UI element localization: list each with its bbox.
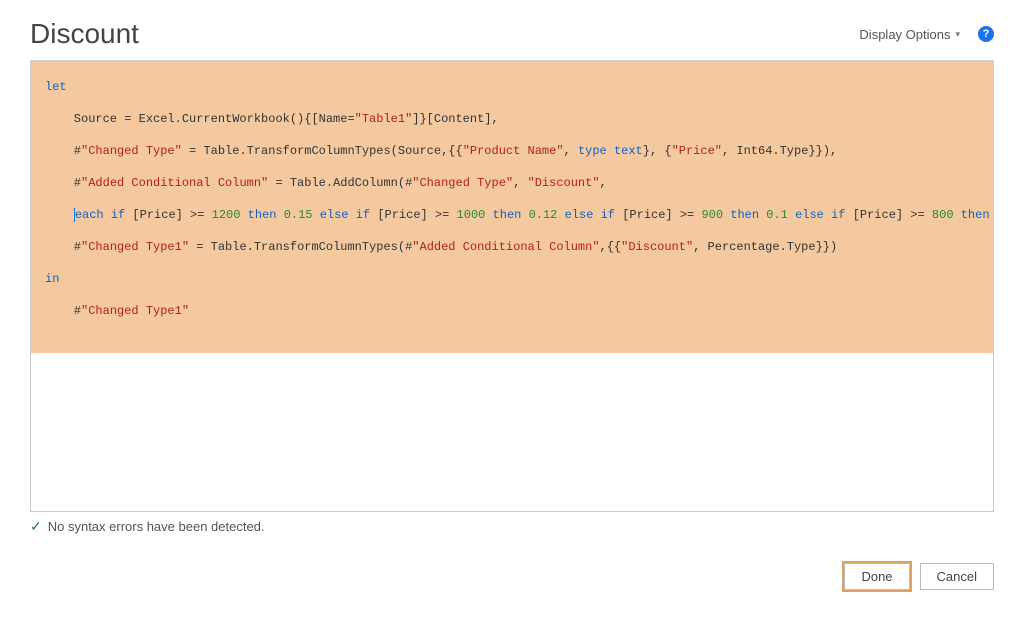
cancel-button[interactable]: Cancel [920, 563, 994, 590]
page-title: Discount [30, 18, 139, 50]
code-gutter [31, 61, 43, 353]
footer-buttons: Done Cancel [844, 563, 994, 590]
check-icon: ✓ [30, 518, 42, 535]
done-button[interactable]: Done [844, 563, 909, 590]
help-icon[interactable]: ? [978, 26, 994, 42]
status-text: No syntax errors have been detected. [48, 519, 265, 534]
header-actions: Display Options ▾ ? [859, 26, 994, 42]
chevron-down-icon: ▾ [955, 29, 960, 40]
status-bar: ✓ No syntax errors have been detected. [30, 518, 994, 535]
display-options-dropdown[interactable]: Display Options ▾ [859, 27, 960, 42]
display-options-label: Display Options [859, 27, 950, 42]
code-lines: let Source = Excel.CurrentWorkbook(){[Na… [43, 61, 993, 353]
header: Discount Display Options ▾ ? [0, 0, 1024, 60]
code-editor[interactable]: let Source = Excel.CurrentWorkbook(){[Na… [30, 60, 994, 512]
code-block: let Source = Excel.CurrentWorkbook(){[Na… [31, 61, 993, 353]
